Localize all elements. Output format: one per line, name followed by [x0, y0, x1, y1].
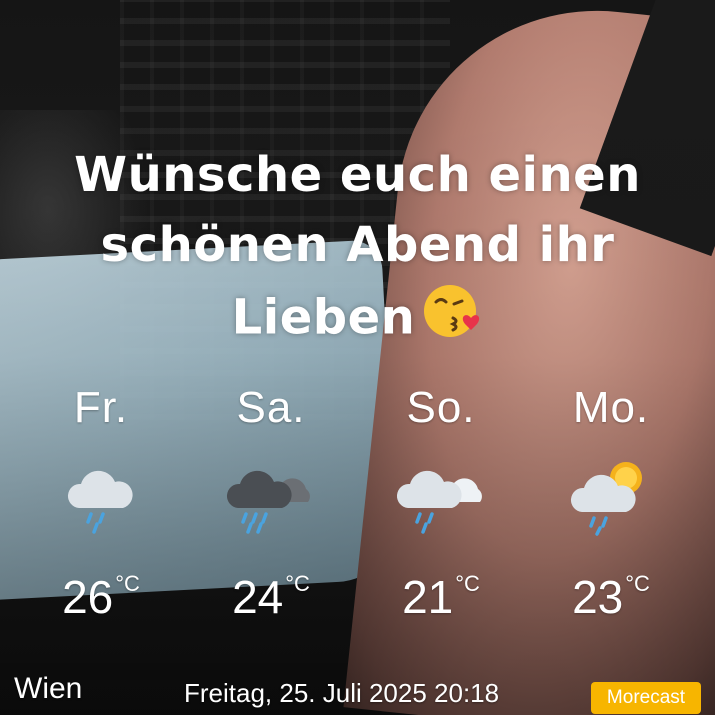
forecast-day-2: Sa. 24°C — [191, 382, 351, 625]
caption-line-1: Wünsche euch einen — [74, 147, 641, 203]
weather-forecast: Fr. 26°C Sa. 24°C So. 21°C Mo. 23°C — [0, 382, 715, 623]
kiss-emoji-icon — [421, 280, 483, 361]
day-name: Fr. — [73, 383, 129, 432]
day-temperature: 26°C — [62, 571, 140, 623]
date-time: Freitag, 25. Juli 2025 20:18 — [184, 678, 500, 708]
overlay-caption: Wünsche euch einen schönen Abend ihr Lie… — [20, 140, 695, 361]
forecast-day-4: Mo. 23°C — [531, 382, 691, 625]
day-temperature: 24°C — [232, 571, 310, 623]
day-name: So. — [406, 383, 476, 432]
sun-rain-cloud-icon — [531, 456, 691, 546]
day-temperature: 21°C — [402, 571, 480, 623]
location-name: Wien — [14, 672, 83, 705]
caption-line-3: Lieben — [20, 280, 695, 361]
caption-line-2: schönen Abend ihr — [100, 217, 615, 273]
rain-cloud-icon — [361, 456, 521, 546]
footer-bar: Wien Freitag, 25. Juli 2025 20:18 Moreca… — [0, 670, 715, 715]
brand-badge[interactable]: Morecast — [591, 682, 701, 714]
forecast-day-3: So. 21°C — [361, 382, 521, 625]
day-temperature: 23°C — [572, 571, 650, 623]
heavy-rain-cloud-icon — [191, 456, 351, 546]
day-name: Mo. — [572, 383, 650, 432]
day-name: Sa. — [236, 383, 306, 432]
rain-cloud-icon — [21, 456, 181, 546]
forecast-day-1: Fr. 26°C — [21, 382, 181, 625]
